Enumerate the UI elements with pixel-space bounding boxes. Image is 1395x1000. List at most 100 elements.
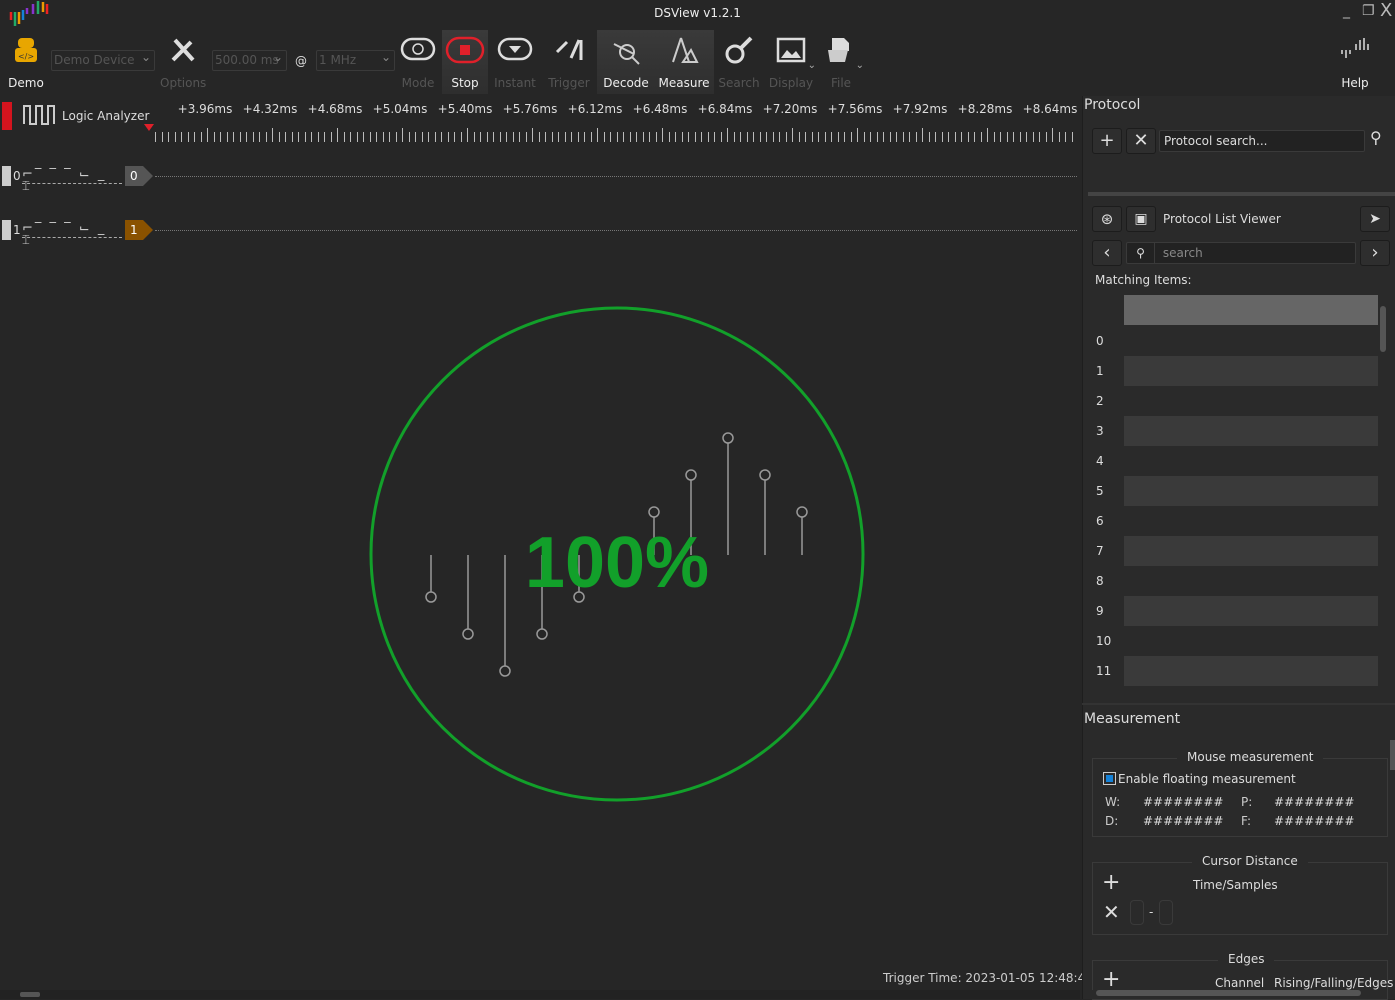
ruler-tick	[831, 132, 832, 142]
previous-button[interactable]: ‹	[1092, 240, 1122, 266]
minimize-button[interactable]: _	[1343, 3, 1350, 19]
navigate-button[interactable]: ➤	[1360, 206, 1390, 232]
display-button[interactable]: ⌄ Display	[766, 30, 816, 94]
measurement-hscrollbar[interactable]	[1092, 990, 1382, 999]
list-search-field[interactable]: ⚲ search	[1126, 242, 1356, 264]
list-item[interactable]: 11	[1088, 656, 1378, 686]
d-label: D:	[1105, 814, 1119, 828]
channel-tag[interactable]: 0	[125, 166, 143, 186]
ruler-tick	[779, 132, 780, 142]
ruler-tick	[909, 132, 910, 142]
ruler-tick	[948, 132, 949, 142]
settings-wheel-button[interactable]: ⊛	[1092, 206, 1122, 232]
ruler-tick	[922, 128, 923, 142]
measurement-vscrollbar[interactable]	[1390, 740, 1395, 990]
channel-index: 1	[13, 223, 21, 237]
remove-cursor-button[interactable]: ✕	[1103, 900, 1120, 924]
channel-handle[interactable]	[2, 220, 11, 240]
p-value: ########	[1274, 795, 1355, 809]
ruler-tick	[525, 132, 527, 142]
ruler-tick	[1039, 132, 1040, 142]
list-item[interactable]: 7	[1088, 536, 1378, 566]
decode-icon	[613, 43, 640, 65]
ruler-label: +3.96ms	[177, 102, 233, 116]
ruler-tick	[727, 128, 728, 142]
ruler-tick	[584, 132, 585, 142]
ruler-label: +6.84ms	[697, 102, 753, 116]
samplerate-select[interactable]: 1 MHz	[316, 48, 395, 71]
list-search-input[interactable]: search	[1159, 246, 1203, 260]
cursor-distance-title: Cursor Distance	[1192, 854, 1308, 868]
channel-trigger-options[interactable]: ⌐‾ ‾ ‾ ⌙ _ ⌶	[22, 222, 122, 247]
d-value: ########	[1143, 814, 1224, 828]
list-item[interactable]: 10	[1088, 626, 1378, 656]
help-button[interactable]: Help	[1332, 30, 1378, 94]
horizontal-scrollbar[interactable]	[0, 990, 1080, 999]
list-item[interactable]: 0	[1088, 326, 1378, 356]
ruler-tick	[174, 132, 176, 142]
demo-button[interactable]: </> Demo	[4, 30, 48, 94]
ruler-tick	[967, 132, 969, 142]
list-item[interactable]: 3	[1088, 416, 1378, 446]
ruler-tick	[811, 132, 813, 142]
list-item[interactable]: 4	[1088, 446, 1378, 476]
channel-tag[interactable]: 1	[125, 220, 143, 240]
w-label: W:	[1105, 795, 1121, 809]
protocol-search-input[interactable]: Protocol search...	[1159, 130, 1365, 152]
cursor-end-select[interactable]	[1159, 900, 1173, 925]
ruler-tick	[974, 132, 975, 142]
list-item[interactable]: 5	[1088, 476, 1378, 506]
options-button[interactable]: Options	[160, 30, 206, 94]
ruler-tick	[499, 132, 501, 142]
ruler-tick	[896, 132, 897, 142]
splitter[interactable]	[1088, 192, 1395, 196]
file-button[interactable]: ⌄ File	[818, 30, 864, 94]
mode-button[interactable]: Mode	[396, 30, 440, 94]
ruler-tick	[239, 132, 241, 142]
save-button[interactable]: ▣	[1126, 206, 1156, 232]
remove-protocol-button[interactable]: ✕	[1126, 128, 1156, 154]
list-item[interactable]: 6	[1088, 506, 1378, 536]
cursor-start-select[interactable]	[1130, 900, 1144, 925]
row-cell	[1124, 476, 1378, 506]
channel-handle[interactable]	[2, 166, 11, 186]
row-number: 6	[1096, 514, 1104, 528]
next-button[interactable]: ›	[1360, 240, 1390, 266]
ruler-tick	[792, 128, 793, 142]
device-select[interactable]: Demo Device	[51, 48, 155, 71]
search-icon[interactable]: ⚲	[1370, 128, 1382, 147]
search-button[interactable]: Search	[716, 30, 762, 94]
display-label: Display	[768, 76, 814, 90]
row-cell	[1124, 536, 1378, 566]
add-protocol-button[interactable]: +	[1092, 128, 1122, 154]
ruler-tick	[1006, 132, 1008, 142]
ruler-tick	[649, 132, 650, 142]
list-item[interactable]: 9	[1088, 596, 1378, 626]
channel-tag-arrow	[143, 220, 153, 240]
add-edge-button[interactable]: +	[1102, 967, 1120, 992]
ruler-tick	[337, 128, 338, 142]
list-item[interactable]: 2	[1088, 386, 1378, 416]
list-item[interactable]: 8	[1088, 566, 1378, 596]
decode-button[interactable]: Decode	[600, 30, 652, 94]
matching-items-label: Matching Items:	[1095, 273, 1192, 287]
trigger-button[interactable]: Trigger	[546, 30, 592, 94]
restore-button[interactable]: ❐	[1362, 3, 1375, 19]
ruler-tick	[805, 132, 806, 142]
ruler-tick	[428, 132, 429, 142]
close-button[interactable]: X	[1380, 0, 1392, 21]
ruler-tick	[597, 128, 598, 142]
list-scrollbar[interactable]	[1380, 298, 1386, 684]
list-item[interactable]: 1	[1088, 356, 1378, 386]
ruler-tick	[714, 132, 715, 142]
measure-button[interactable]: Measure	[656, 30, 712, 94]
instant-button[interactable]: Instant	[492, 30, 538, 94]
add-cursor-button[interactable]: +	[1102, 870, 1120, 895]
channel-trigger-options[interactable]: ⌐‾ ‾ ‾ ⌙ _ ⌶	[22, 168, 122, 193]
enable-floating-checkbox[interactable]	[1103, 772, 1116, 785]
display-icon	[776, 37, 806, 63]
duration-select[interactable]: 500.00 ms	[212, 48, 287, 71]
stop-button[interactable]: Stop	[442, 30, 488, 94]
protocol-title: Protocol	[1084, 97, 1141, 113]
list-header	[1124, 295, 1378, 325]
